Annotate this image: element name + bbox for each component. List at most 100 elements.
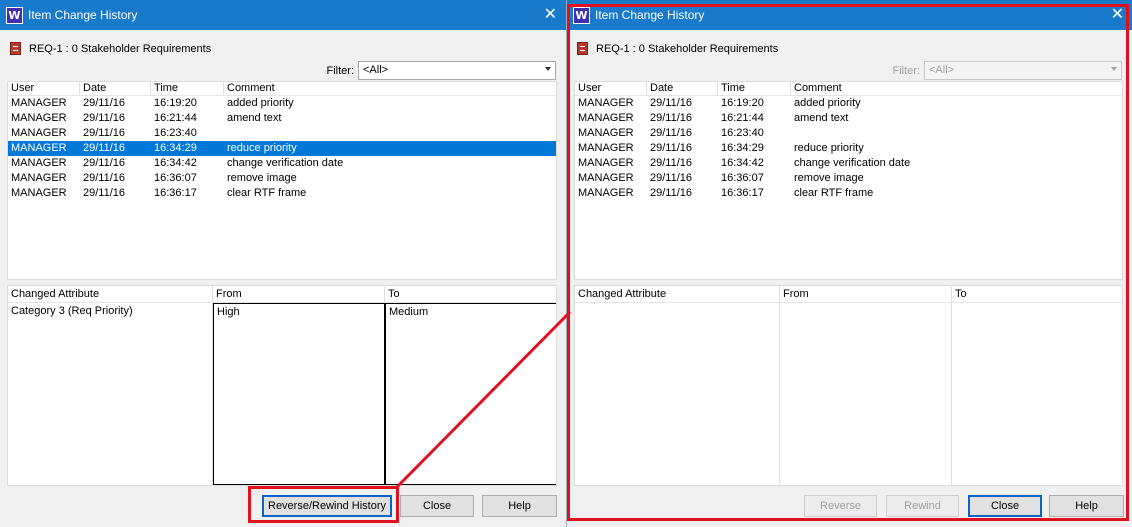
history-cell-comment: remove image (227, 172, 297, 184)
filter-value: <All> (363, 64, 389, 76)
history-row[interactable]: MANAGER 29/11/16 16:34:42 change verificati… (575, 156, 1122, 171)
history-cell-date: 29/11/16 (83, 127, 126, 139)
requirement-label: REQ-1 : 0 Stakeholder Requirements (29, 42, 212, 55)
history-cell-comment (224, 126, 556, 141)
column-header-to[interactable]: To (385, 286, 556, 302)
history-row[interactable]: MANAGER 29/11/16 16:21:44 amend text (8, 111, 556, 126)
column-header-comment[interactable]: Comment (791, 82, 1122, 95)
column-header-date[interactable]: Date (80, 82, 151, 95)
history-list-header: User Date Time Comment (575, 82, 1122, 96)
history-cell-time: 16:21:44 (721, 112, 764, 124)
to-empty (952, 303, 1122, 485)
history-cell-comment: reduce priority (227, 142, 297, 154)
column-header-changed-attribute[interactable]: Changed Attribute (8, 286, 213, 302)
changed-attributes-panel: Changed Attribute From To (574, 285, 1123, 486)
window-title: Item Change History (28, 8, 138, 22)
close-icon[interactable]: ✕ (1111, 6, 1124, 22)
history-cell-date: 29/11/16 (83, 112, 126, 124)
column-header-time[interactable]: Time (151, 82, 224, 95)
history-rows: MANAGER 29/11/16 16:19:20 added priority MAN… (575, 96, 1122, 201)
history-cell-user: MANAGER (578, 187, 634, 199)
help-button[interactable]: Help (482, 495, 557, 517)
requirement-icon (577, 42, 588, 55)
history-cell-user: MANAGER (11, 172, 67, 184)
history-cell-comment: remove image (794, 172, 864, 184)
history-row[interactable]: MANAGER 29/11/16 16:23:40 (575, 126, 1122, 141)
history-row[interactable]: MANAGER 29/11/16 16:36:17 clear RTF frame (8, 186, 556, 201)
history-cell-date: 29/11/16 (650, 172, 693, 184)
history-row[interactable]: MANAGER 29/11/16 16:36:07 remove image (8, 171, 556, 186)
help-button[interactable]: Help (1049, 495, 1124, 517)
history-cell-time: 16:23:40 (154, 127, 197, 139)
history-cell-date: 29/11/16 (650, 112, 693, 124)
history-cell-user: MANAGER (11, 187, 67, 199)
history-row[interactable]: MANAGER 29/11/16 16:34:42 change verificati… (8, 156, 556, 171)
reverse-rewind-history-button[interactable]: Reverse/Rewind History (262, 495, 392, 517)
history-cell-user: MANAGER (11, 127, 67, 139)
history-cell-user: MANAGER (11, 112, 67, 124)
column-header-to[interactable]: To (952, 286, 1122, 302)
history-cell-time: 16:21:44 (154, 112, 197, 124)
column-header-date[interactable]: Date (647, 82, 718, 95)
history-cell-user: MANAGER (578, 112, 634, 124)
history-cell-time: 16:23:40 (721, 127, 764, 139)
item-change-history-dialog-right: W Item Change History ✕ REQ-1 : 0 Stakeh… (567, 0, 1132, 527)
filter-dropdown[interactable]: <All> (924, 61, 1122, 80)
history-list[interactable]: User Date Time Comment MANAGER 29/11/16 16… (574, 81, 1123, 280)
history-row[interactable]: MANAGER 29/11/16 16:34:29 reduce priority (575, 141, 1122, 156)
history-cell-comment (791, 126, 1122, 141)
reverse-button[interactable]: Reverse (804, 495, 877, 517)
history-cell-user: MANAGER (578, 97, 634, 109)
history-cell-user: MANAGER (578, 127, 634, 139)
history-list-header: User Date Time Comment (8, 82, 556, 96)
history-cell-time: 16:36:07 (154, 172, 197, 184)
history-cell-comment: clear RTF frame (227, 187, 307, 199)
history-cell-time: 16:36:17 (154, 187, 197, 199)
title-bar: W Item Change History ✕ (0, 0, 566, 30)
history-cell-user: MANAGER (578, 142, 634, 154)
column-header-from[interactable]: From (780, 286, 952, 302)
history-cell-date: 29/11/16 (650, 97, 693, 109)
column-header-time[interactable]: Time (718, 82, 791, 95)
history-row[interactable]: MANAGER 29/11/16 16:19:20 added priority (8, 96, 556, 111)
column-header-user[interactable]: User (8, 82, 80, 95)
history-cell-date: 29/11/16 (650, 157, 693, 169)
history-cell-time: 16:34:42 (154, 157, 197, 169)
changed-attributes-header: Changed Attribute From To (8, 286, 556, 303)
changed-attributes-body (575, 303, 1122, 485)
close-button[interactable]: Close (400, 495, 474, 517)
history-cell-comment: change verification date (794, 157, 911, 169)
history-cell-date: 29/11/16 (650, 142, 693, 154)
history-row[interactable]: MANAGER 29/11/16 16:19:20 added priority (575, 96, 1122, 111)
history-row[interactable]: MANAGER 29/11/16 16:23:40 (8, 126, 556, 141)
history-cell-comment: added priority (227, 97, 294, 109)
changed-attribute-empty (575, 303, 780, 485)
history-cell-time: 16:34:29 (721, 142, 764, 154)
history-list[interactable]: User Date Time Comment MANAGER 29/11/16 16… (7, 81, 557, 280)
history-row[interactable]: MANAGER 29/11/16 16:36:07 remove image (575, 171, 1122, 186)
changed-attributes-body: Category 3 (Req Priority) High Medium (8, 303, 556, 485)
rewind-button[interactable]: Rewind (886, 495, 959, 517)
to-value-field[interactable]: Medium (385, 303, 556, 485)
requirement-header: REQ-1 : 0 Stakeholder Requirements (10, 42, 211, 55)
requirement-icon (10, 42, 21, 55)
history-row[interactable]: MANAGER 29/11/16 16:21:44 amend text (575, 111, 1122, 126)
history-cell-comment: clear RTF frame (794, 187, 874, 199)
filter-dropdown[interactable]: <All> (358, 61, 556, 80)
close-button[interactable]: Close (968, 495, 1042, 517)
history-row[interactable]: MANAGER 29/11/16 16:36:17 clear RTF frame (575, 186, 1122, 201)
from-value-field[interactable]: High (213, 303, 385, 485)
changed-attribute-value: Category 3 (Req Priority) (8, 303, 213, 485)
history-cell-date: 29/11/16 (83, 172, 126, 184)
close-icon[interactable]: ✕ (544, 6, 557, 22)
history-cell-comment: added priority (794, 97, 861, 109)
history-row[interactable]: MANAGER 29/11/16 16:34:29 reduce priority (8, 141, 556, 156)
history-rows: MANAGER 29/11/16 16:19:20 added priority MAN… (8, 96, 556, 201)
column-header-from[interactable]: From (213, 286, 385, 302)
column-header-comment[interactable]: Comment (224, 82, 556, 95)
history-cell-comment: amend text (794, 112, 849, 124)
column-header-user[interactable]: User (575, 82, 647, 95)
history-cell-time: 16:19:20 (154, 97, 197, 109)
history-cell-date: 29/11/16 (83, 187, 126, 199)
column-header-changed-attribute[interactable]: Changed Attribute (575, 286, 780, 302)
